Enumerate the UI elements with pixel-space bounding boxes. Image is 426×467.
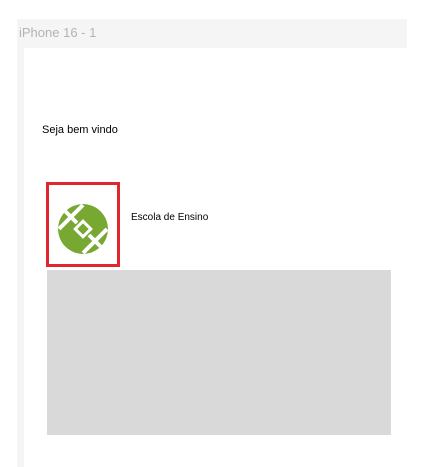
frame-label[interactable]: iPhone 16 - 1 <box>19 25 96 40</box>
logo-selection-box[interactable] <box>46 182 120 267</box>
green-circle-logo-icon <box>58 204 108 254</box>
frame-edge <box>17 48 24 467</box>
welcome-text: Seja bem vindo <box>42 124 118 136</box>
school-name-text: Escola de Ensino <box>131 212 209 223</box>
frame-header: iPhone 16 - 1 <box>17 19 407 48</box>
design-canvas: iPhone 16 - 1 Seja bem vindo Escola de E… <box>0 0 426 467</box>
content-placeholder[interactable] <box>47 270 391 435</box>
